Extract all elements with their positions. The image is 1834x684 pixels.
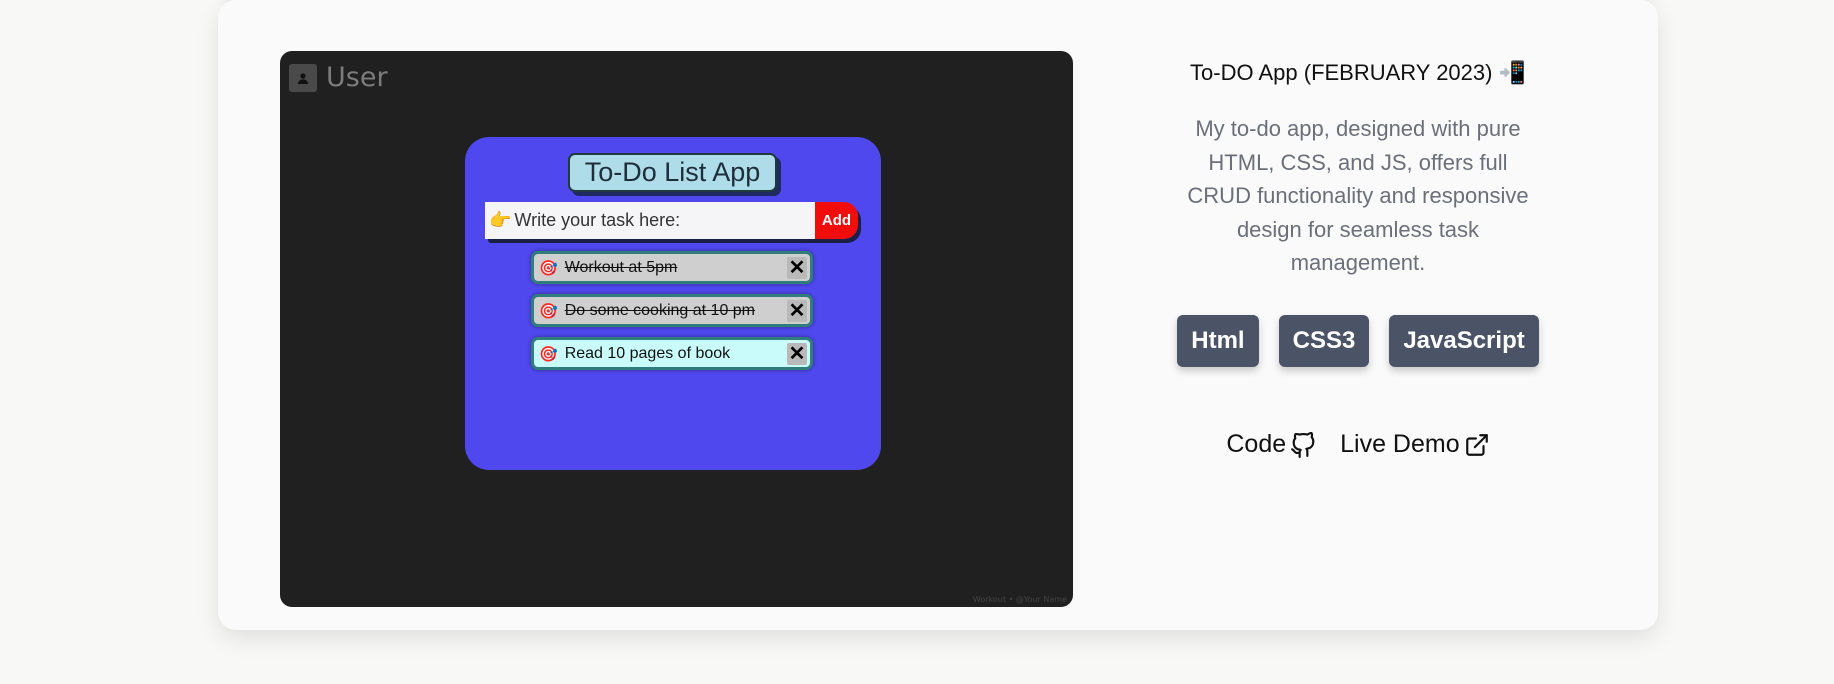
project-links: Code Live Demo bbox=[1068, 430, 1648, 459]
target-icon: 🎯 bbox=[539, 302, 558, 320]
tag-css3: CSS3 bbox=[1278, 315, 1370, 367]
code-link-label: Code bbox=[1226, 430, 1287, 458]
user-header: User bbox=[289, 63, 388, 93]
target-icon: 🎯 bbox=[539, 345, 558, 363]
project-description: My to-do app, designed with pure HTML, C… bbox=[1187, 116, 1529, 275]
project-card: User To-Do List App 👉 Write your task he… bbox=[218, 0, 1658, 630]
tag-html: Html bbox=[1177, 315, 1259, 367]
project-screenshot[interactable]: User To-Do List App 👉 Write your task he… bbox=[280, 51, 1073, 607]
task-input-row: 👉 Write your task here: Add bbox=[485, 202, 858, 239]
live-demo-link[interactable]: Live Demo bbox=[1340, 430, 1490, 459]
screenshot-footer-text: Workout • @Your Name bbox=[972, 595, 1067, 604]
delete-task-icon[interactable]: ✕ bbox=[787, 342, 807, 365]
task-item[interactable]: 🎯 Workout at 5pm ✕ bbox=[531, 251, 813, 284]
code-link[interactable]: Code bbox=[1226, 430, 1316, 459]
add-task-button[interactable]: Add bbox=[815, 202, 858, 239]
delete-task-icon[interactable]: ✕ bbox=[787, 299, 807, 322]
pointing-hand-icon: 👉 bbox=[489, 210, 512, 230]
target-icon: 🎯 bbox=[539, 259, 558, 277]
project-title: To-DO App (FEBRUARY 2023) 📲 bbox=[1190, 60, 1526, 85]
delete-task-icon[interactable]: ✕ bbox=[787, 256, 807, 279]
task-input-placeholder: Write your task here: bbox=[514, 210, 681, 230]
task-text: Workout at 5pm bbox=[564, 258, 678, 276]
task-item[interactable]: 🎯 Read 10 pages of book ✕ bbox=[531, 337, 813, 370]
live-demo-link-label: Live Demo bbox=[1340, 430, 1460, 458]
user-avatar-icon bbox=[289, 64, 317, 92]
tech-tags: Html CSS3 JavaScript bbox=[1068, 315, 1648, 367]
external-link-icon bbox=[1465, 433, 1488, 456]
task-item[interactable]: 🎯 Do some cooking at 10 pm ✕ bbox=[531, 294, 813, 327]
task-text: Read 10 pages of book bbox=[564, 344, 731, 362]
tag-javascript: JavaScript bbox=[1389, 315, 1539, 367]
todo-app-panel: To-Do List App 👉 Write your task here: A… bbox=[465, 137, 881, 470]
user-label: User bbox=[326, 62, 388, 93]
task-text: Do some cooking at 10 pm bbox=[564, 301, 756, 319]
todo-app-title: To-Do List App bbox=[568, 153, 777, 192]
task-input[interactable]: 👉 Write your task here: bbox=[485, 202, 815, 239]
github-icon bbox=[1291, 431, 1315, 458]
